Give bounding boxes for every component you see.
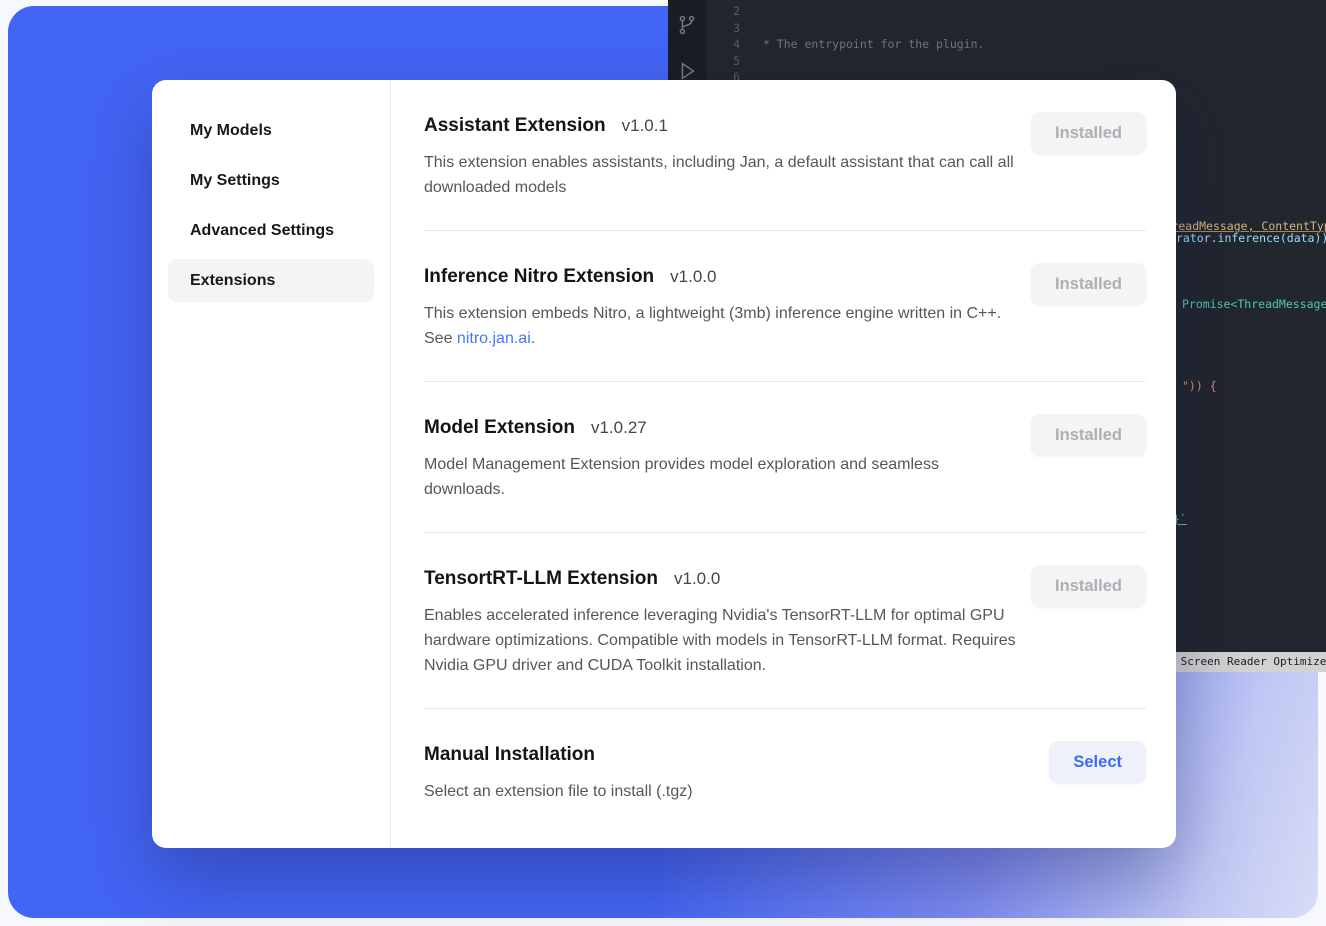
extension-version: v1.0.0	[670, 267, 716, 287]
code-line: * The entrypoint for the plugin.	[756, 36, 1326, 53]
sidebar-item-extensions[interactable]: Extensions	[168, 259, 374, 302]
line-number: 3	[718, 20, 740, 37]
extension-title: Inference Nitro Extension	[424, 263, 654, 291]
settings-modal: My Models My Settings Advanced Settings …	[152, 80, 1176, 848]
screen-reader-chip: Screen Reader Optimized	[1174, 652, 1326, 672]
extension-info: Assistant Extension v1.0.1 This extensio…	[424, 112, 1016, 200]
code-fragment: Promise<ThreadMessage>	[1182, 296, 1326, 313]
extension-description: Model Management Extension provides mode…	[424, 452, 1016, 502]
code-fragment: rator.inference(data));	[1176, 230, 1326, 247]
manual-installation-row: Manual Installation Select an extension …	[424, 709, 1146, 834]
editor-line-numbers: 2 3 4 5 6	[718, 3, 740, 86]
installed-button[interactable]: Installed	[1031, 565, 1146, 607]
source-control-icon[interactable]	[676, 14, 698, 36]
extension-title-row: Manual Installation	[424, 741, 1016, 769]
settings-sidebar: My Models My Settings Advanced Settings …	[152, 80, 391, 848]
extension-row-nitro: Inference Nitro Extension v1.0.0 This ex…	[424, 231, 1146, 382]
extension-version: v1.0.27	[591, 418, 647, 438]
extension-info: TensortRT-LLM Extension v1.0.0 Enables a…	[424, 565, 1016, 678]
extensions-panel: Assistant Extension v1.0.1 This extensio…	[391, 80, 1176, 848]
extension-version: v1.0.0	[674, 569, 720, 589]
line-number: 4	[718, 36, 740, 53]
manual-installation-title: Manual Installation	[424, 741, 595, 769]
extension-version: v1.0.1	[622, 116, 668, 136]
extension-row-assistant: Assistant Extension v1.0.1 This extensio…	[424, 80, 1146, 231]
extension-description: This extension enables assistants, inclu…	[424, 150, 1016, 200]
run-debug-icon[interactable]	[676, 60, 698, 82]
manual-installation-description: Select an extension file to install (.tg…	[424, 779, 1016, 804]
line-number: 5	[718, 53, 740, 70]
line-number: 2	[718, 3, 740, 20]
extension-title-row: Model Extension v1.0.27	[424, 414, 1016, 442]
installed-button[interactable]: Installed	[1031, 414, 1146, 456]
extension-description: This extension embeds Nitro, a lightweig…	[424, 301, 1016, 351]
extension-info: Model Extension v1.0.27 Model Management…	[424, 414, 1016, 502]
sidebar-item-my-models[interactable]: My Models	[168, 109, 374, 152]
description-text: .	[531, 330, 535, 347]
extension-title: Assistant Extension	[424, 112, 606, 140]
extension-title: Model Extension	[424, 414, 575, 442]
nitro-link[interactable]: nitro.jan.ai	[457, 330, 531, 347]
installed-button[interactable]: Installed	[1031, 263, 1146, 305]
select-file-button[interactable]: Select	[1049, 741, 1146, 783]
extension-title-row: TensortRT-LLM Extension v1.0.0	[424, 565, 1016, 593]
installed-button[interactable]: Installed	[1031, 112, 1146, 154]
extension-title-row: Inference Nitro Extension v1.0.0	[424, 263, 1016, 291]
extension-row-model: Model Extension v1.0.27 Model Management…	[424, 382, 1146, 533]
code-fragment: ")) {	[1182, 378, 1217, 395]
sidebar-item-advanced-settings[interactable]: Advanced Settings	[168, 209, 374, 252]
extension-title: TensortRT-LLM Extension	[424, 565, 658, 593]
extension-row-tensorrt: TensortRT-LLM Extension v1.0.0 Enables a…	[424, 533, 1146, 709]
sidebar-item-my-settings[interactable]: My Settings	[168, 159, 374, 202]
extension-description: Enables accelerated inference leveraging…	[424, 603, 1016, 678]
extension-info: Inference Nitro Extension v1.0.0 This ex…	[424, 263, 1016, 351]
extension-info: Manual Installation Select an extension …	[424, 741, 1016, 804]
extension-title-row: Assistant Extension v1.0.1	[424, 112, 1016, 140]
